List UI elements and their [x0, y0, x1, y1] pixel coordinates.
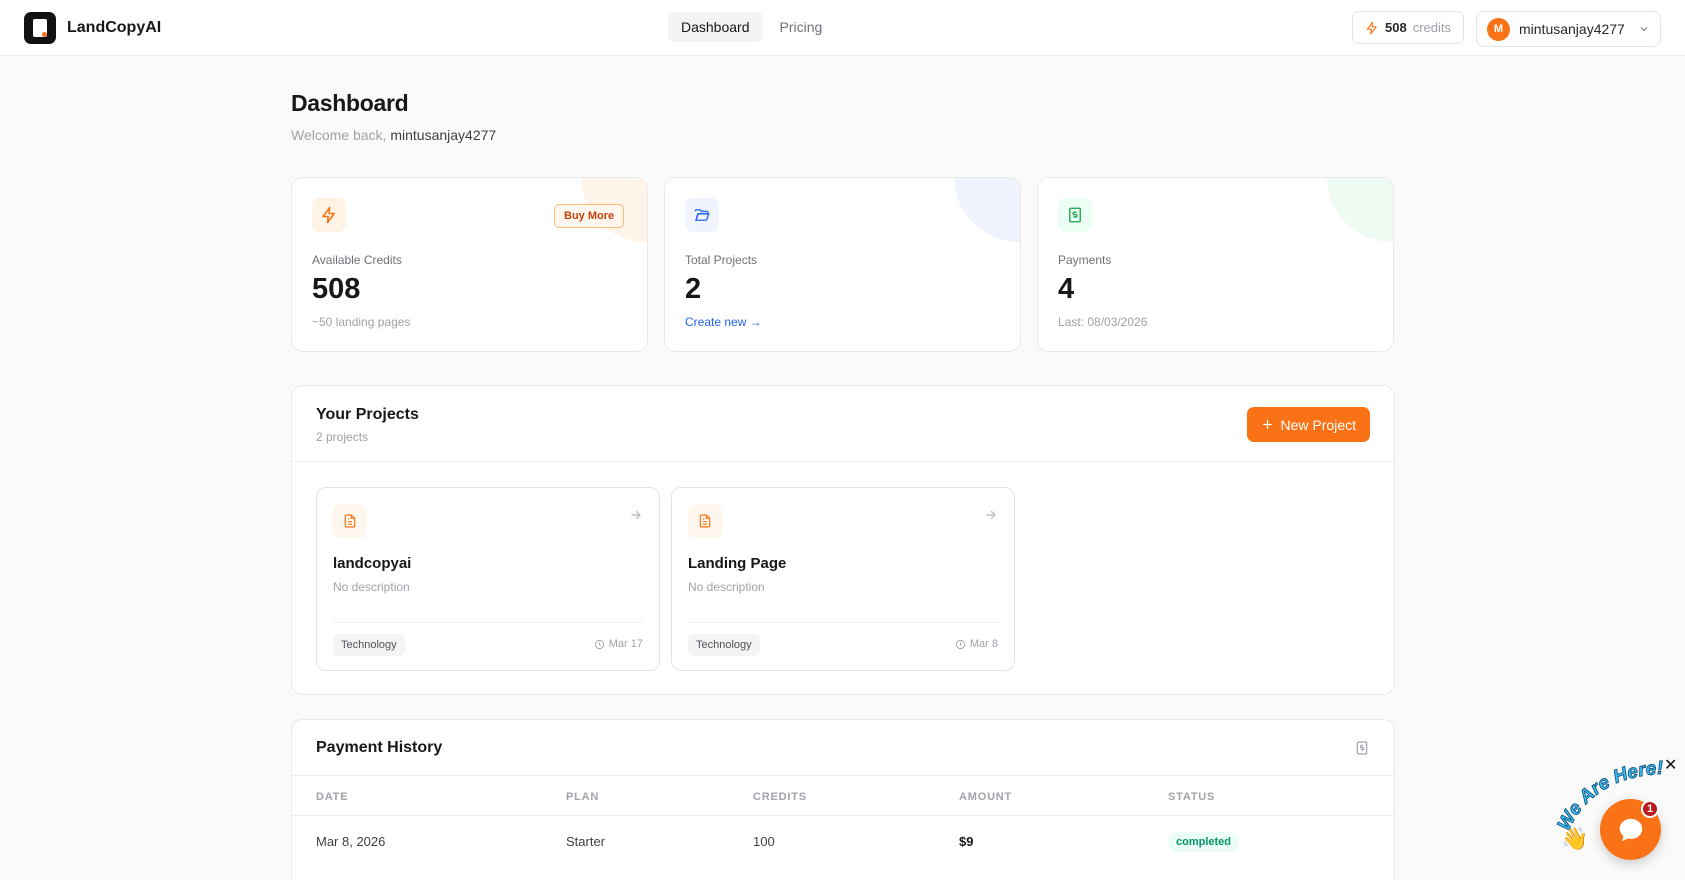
project-date: Mar 8: [955, 638, 998, 650]
username: mintusanjay4277: [1519, 21, 1625, 37]
cell-date: Mar 8, 2026: [316, 834, 386, 849]
date-text: Mar 8: [969, 638, 998, 650]
main-nav: Dashboard Pricing: [668, 12, 835, 42]
project-date: Mar 17: [594, 638, 643, 650]
payment-history-header: Payment History: [292, 720, 1394, 776]
column-header-status: STATUS: [1168, 791, 1216, 803]
section-title: Your Projects: [316, 406, 419, 423]
credits-stat-card: Buy More Available Credits 508 ~50 landi…: [291, 177, 648, 352]
status-badge: completed: [1168, 832, 1240, 852]
stat-value: 2: [685, 273, 702, 305]
project-card[interactable]: Landing Page No description Technology M…: [671, 487, 1015, 671]
arrow-right-icon[interactable]: [629, 508, 643, 522]
brand-name: LandCopyAI: [67, 19, 162, 36]
column-header-credits: CREDITS: [753, 791, 807, 803]
section-subtitle: 2 projects: [316, 430, 369, 444]
decor-blob: [954, 178, 1020, 242]
avatar: M: [1487, 17, 1510, 41]
stat-value: 4: [1058, 273, 1075, 305]
waving-hand-icon: 👋: [1561, 826, 1589, 851]
projects-header: Your Projects 2 projects New Project: [292, 386, 1394, 462]
payment-history-section: Payment History DATE PLAN CREDITS AMOUNT…: [291, 719, 1395, 880]
payments-stat-card: Payments 4 Last: 08/03/2026: [1037, 177, 1394, 352]
project-name: Landing Page: [688, 555, 787, 572]
credits-indicator[interactable]: 508 credits: [1352, 11, 1464, 44]
page-title: Dashboard: [291, 90, 409, 116]
divider: [688, 622, 998, 623]
clock-icon: [594, 639, 604, 649]
cell-plan: Starter: [566, 834, 606, 849]
projects-stat-card: Total Projects 2 Create new →: [664, 177, 1021, 352]
project-name: landcopyai: [333, 555, 412, 572]
column-header-amount: AMOUNT: [959, 791, 1013, 803]
table-header: DATE PLAN CREDITS AMOUNT STATUS: [292, 776, 1394, 816]
nav-dashboard[interactable]: Dashboard: [668, 12, 763, 42]
folder-open-icon: [685, 198, 719, 232]
buy-more-button[interactable]: Buy More: [554, 204, 625, 228]
clock-icon: [955, 639, 965, 649]
credits-value: 508: [1385, 20, 1407, 35]
table-row: Mar 8, 2026 Starter 100 $9 completed: [292, 816, 1394, 871]
user-menu-button[interactable]: M mintusanjay4277: [1476, 11, 1661, 47]
receipt-icon: [1058, 198, 1092, 232]
plus-icon: [1262, 420, 1272, 429]
new-project-button[interactable]: New Project: [1246, 407, 1370, 442]
decor-blob: [1327, 178, 1393, 242]
new-project-label: New Project: [1280, 416, 1356, 433]
notification-badge: 1: [1641, 800, 1659, 818]
arrow-right-icon[interactable]: [984, 508, 998, 522]
credits-label: credits: [1412, 20, 1451, 35]
stat-label: Available Credits: [312, 253, 402, 267]
stat-sub: ~50 landing pages: [312, 315, 411, 329]
category-tag: Technology: [688, 634, 760, 656]
chevron-down-icon: [1640, 27, 1648, 32]
project-description: No description: [688, 580, 765, 594]
project-description: No description: [333, 580, 410, 594]
stat-label: Payments: [1058, 253, 1112, 267]
brand[interactable]: LandCopyAI: [24, 12, 161, 44]
cell-credits: 100: [753, 834, 775, 849]
chat-icon: [1619, 818, 1642, 841]
stat-label: Total Projects: [685, 253, 758, 267]
stat-sub: Last: 08/03/2026: [1058, 315, 1148, 329]
create-new-link[interactable]: Create new →: [685, 315, 762, 329]
date-text: Mar 17: [608, 638, 643, 650]
cell-amount: $9: [959, 834, 974, 849]
projects-section: Your Projects 2 projects New Project lan…: [291, 385, 1395, 695]
top-navbar: LandCopyAI Dashboard Pricing 508 credits…: [0, 0, 1685, 56]
stat-value: 508: [312, 273, 361, 305]
welcome-prefix: Welcome back,: [291, 127, 387, 143]
divider: [333, 622, 643, 623]
brand-logo-icon: [24, 12, 56, 44]
project-card[interactable]: landcopyai No description Technology Mar…: [316, 487, 660, 671]
welcome-text: Welcome back, mintusanjay4277: [291, 127, 496, 143]
category-tag: Technology: [333, 634, 405, 656]
welcome-name: mintusanjay4277: [390, 127, 497, 143]
receipt-icon: [1356, 741, 1368, 755]
column-header-date: DATE: [316, 791, 349, 803]
document-icon: [688, 504, 722, 538]
section-title: Payment History: [316, 739, 443, 756]
lightning-icon: [1366, 21, 1377, 34]
column-header-plan: PLAN: [566, 791, 600, 803]
document-icon: [333, 504, 367, 538]
nav-pricing[interactable]: Pricing: [767, 12, 836, 42]
lightning-icon: [312, 198, 346, 232]
